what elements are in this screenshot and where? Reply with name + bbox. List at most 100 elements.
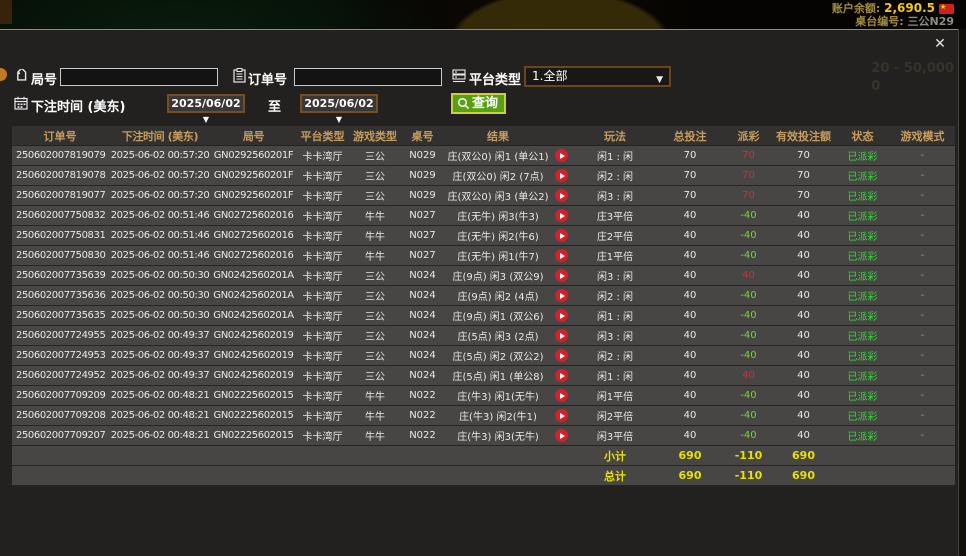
- replay-play-button[interactable]: [555, 249, 568, 262]
- cell-order-id: 250602007709207: [12, 430, 108, 441]
- cell-bet-time: 2025-06-02 00:49:37: [108, 330, 212, 341]
- replay-play-button[interactable]: [555, 189, 568, 202]
- cell-table-no: N024: [400, 290, 445, 301]
- cell-game-mode: -: [890, 250, 955, 261]
- cell-order-id: 250602007819079: [12, 150, 108, 161]
- cell-result: 庄(牛3) 闲2(牛1): [445, 408, 575, 423]
- replay-play-button[interactable]: [555, 269, 568, 282]
- table-number-label: 桌台编号:: [855, 15, 903, 28]
- round-no-input[interactable]: [60, 68, 218, 86]
- cell-status: 已派彩: [835, 408, 890, 423]
- cell-status: 已派彩: [835, 148, 890, 163]
- cell-game-type: 牛牛: [350, 388, 400, 403]
- search-button[interactable]: 查询: [451, 93, 506, 114]
- cell-game-mode: -: [890, 270, 955, 281]
- cell-valid-bet: 40: [772, 390, 835, 401]
- replay-play-button[interactable]: [555, 289, 568, 302]
- table-row: 2506020077092082025-06-02 00:48:21GN0222…: [12, 406, 955, 426]
- cell-payout: -40: [725, 250, 772, 261]
- table-row: 2506020077356392025-06-02 00:50:30GN0242…: [12, 266, 955, 286]
- cell-result: 庄(9点) 闲1 (双公6): [445, 308, 575, 323]
- cell-bet-time: 2025-06-02 00:50:30: [108, 270, 212, 281]
- cell-table-no: N022: [400, 390, 445, 401]
- bet-time-label: 下注时间 (美东): [31, 96, 125, 115]
- cell-order-id: 250602007735636: [12, 290, 108, 301]
- cell-payout: -40: [725, 230, 772, 241]
- cell-round-no: GN0292560201F: [212, 150, 295, 161]
- cell-round-no: GN02425602019: [212, 330, 295, 341]
- cell-result: 庄(牛3) 闲3(无牛): [445, 428, 575, 443]
- account-balance: 账户余额: 2,690.5: [832, 2, 954, 15]
- china-flag-icon: [939, 4, 954, 14]
- close-icon[interactable]: ✕: [931, 35, 949, 53]
- dim-overlay: [0, 0, 966, 30]
- cell-total-bet: 40: [655, 250, 725, 261]
- cell-valid-bet: 40: [772, 210, 835, 221]
- cell-result: 庄(无牛) 闲2(牛6): [445, 228, 575, 243]
- date-to-picker[interactable]: 2025/06/02 ▼: [300, 94, 378, 113]
- cell-table-no: N027: [400, 250, 445, 261]
- cell-round-no: GN02425602019: [212, 370, 295, 381]
- cell-valid-bet: 40: [772, 290, 835, 301]
- cell-play-type: 闲2 : 闲: [575, 348, 655, 363]
- grand-total-valid-bet: 690: [772, 469, 835, 482]
- table-row: 2506020077249532025-06-02 00:49:37GN0242…: [12, 346, 955, 366]
- cell-order-id: 250602007735639: [12, 270, 108, 281]
- subtotal-valid-bet: 690: [772, 449, 835, 462]
- cell-payout: -40: [725, 350, 772, 361]
- cell-platform: 卡卡湾厅: [295, 288, 350, 303]
- cell-game-type: 三公: [350, 148, 400, 163]
- cell-table-no: N024: [400, 270, 445, 281]
- col-header-order-id: 订单号: [12, 128, 108, 144]
- col-header-game-mode: 游戏模式: [890, 128, 955, 144]
- col-header-platform: 平台类型: [295, 128, 350, 144]
- cell-platform: 卡卡湾厅: [295, 348, 350, 363]
- replay-play-button[interactable]: [555, 149, 568, 162]
- replay-play-button[interactable]: [555, 309, 568, 322]
- replay-play-button[interactable]: [555, 209, 568, 222]
- cell-bet-time: 2025-06-02 00:51:46: [108, 250, 212, 261]
- cell-platform: 卡卡湾厅: [295, 368, 350, 383]
- platform-list-icon: [452, 69, 466, 83]
- replay-play-button[interactable]: [555, 389, 568, 402]
- order-no-input[interactable]: [294, 68, 442, 86]
- cell-result: 庄(无牛) 闲3(牛3): [445, 208, 575, 223]
- platform-type-value: 1.全部: [532, 69, 567, 83]
- grand-total-payout: -110: [725, 469, 772, 482]
- cell-game-type: 牛牛: [350, 228, 400, 243]
- col-header-result: 结果: [445, 128, 575, 144]
- table-row: 2506020077508322025-06-02 00:51:46GN0272…: [12, 206, 955, 226]
- grand-total-label: 总计: [575, 468, 655, 484]
- replay-play-button[interactable]: [555, 329, 568, 342]
- subtotal-payout: -110: [725, 449, 772, 462]
- subtotal-total-bet: 690: [655, 449, 725, 462]
- replay-play-button[interactable]: [555, 169, 568, 182]
- replay-play-button[interactable]: [555, 369, 568, 382]
- cell-play-type: 闲3 : 闲: [575, 188, 655, 203]
- cell-play-type: 闲2平倍: [575, 408, 655, 423]
- replay-play-button[interactable]: [555, 229, 568, 242]
- replay-play-button[interactable]: [555, 409, 568, 422]
- cell-result: 庄(5点) 闲2 (双公2): [445, 348, 575, 363]
- cell-bet-time: 2025-06-02 00:49:37: [108, 350, 212, 361]
- replay-play-button[interactable]: [555, 349, 568, 362]
- cell-payout: -40: [725, 210, 772, 221]
- col-header-table-no: 桌号: [400, 128, 445, 144]
- cell-valid-bet: 40: [772, 350, 835, 361]
- cell-round-no: GN0242560201A: [212, 270, 295, 281]
- cell-order-id: 250602007750830: [12, 250, 108, 261]
- cell-valid-bet: 70: [772, 150, 835, 161]
- cell-game-mode: -: [890, 430, 955, 441]
- cell-bet-time: 2025-06-02 00:50:30: [108, 290, 212, 301]
- table-row: 2506020077249522025-06-02 00:49:37GN0242…: [12, 366, 955, 386]
- date-from-picker[interactable]: 2025/06/02 ▼: [167, 94, 245, 113]
- cell-status: 已派彩: [835, 208, 890, 223]
- grand-total-total-bet: 690: [655, 469, 725, 482]
- cell-table-no: N024: [400, 330, 445, 341]
- cell-platform: 卡卡湾厅: [295, 208, 350, 223]
- replay-play-button[interactable]: [555, 429, 568, 442]
- platform-type-select[interactable]: 1.全部 ▼: [524, 66, 671, 87]
- cell-round-no: GN02225602015: [212, 430, 295, 441]
- cell-order-id: 250602007735635: [12, 310, 108, 321]
- cell-game-mode: -: [890, 150, 955, 161]
